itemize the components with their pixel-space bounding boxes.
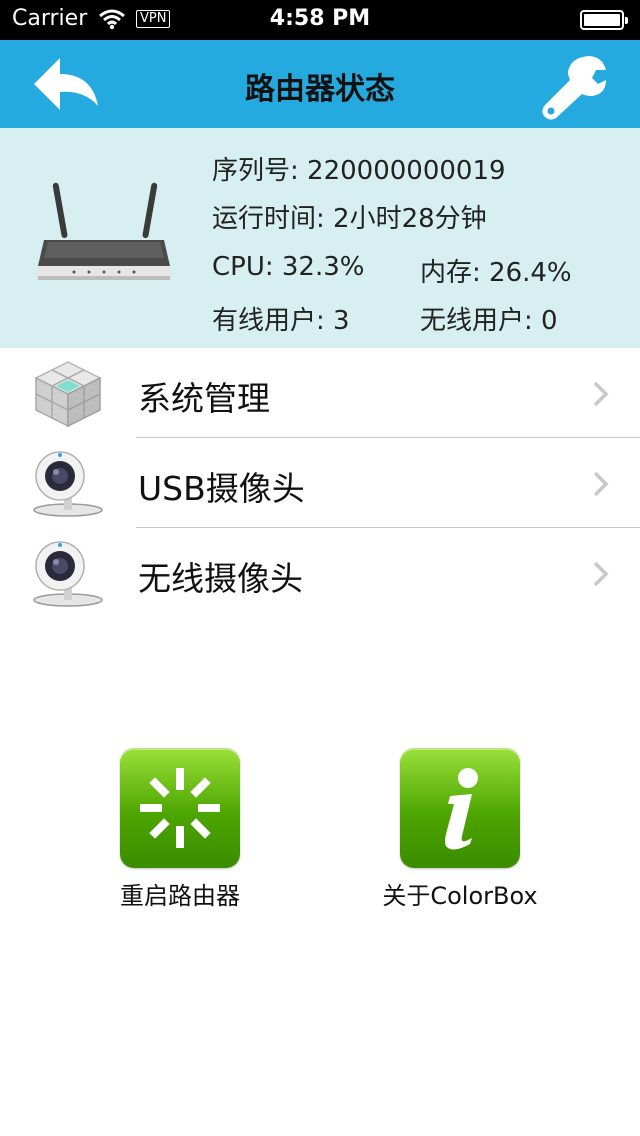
battery-icon <box>580 10 628 30</box>
list-item-label: USB摄像头 <box>138 469 305 508</box>
router-icon <box>34 178 174 290</box>
about-colorbox-button[interactable] <box>400 748 520 868</box>
info-icon <box>445 768 478 850</box>
chevron-right-icon <box>593 561 609 587</box>
webcam-icon <box>30 538 106 610</box>
cube-icon <box>30 358 106 430</box>
status-time: 4:58 PM <box>269 6 371 31</box>
nav-bar: 路由器状态 <box>0 40 640 128</box>
router-info-panel: 序列号: 220000000019 运行时间: 2小时28分钟 CPU: 32.… <box>0 128 640 348</box>
wrench-icon <box>542 56 606 120</box>
webcam-icon <box>30 448 106 520</box>
about-colorbox-action[interactable]: 关于ColorBox <box>360 748 560 911</box>
cpu-usage: CPU: 32.3% <box>212 252 365 282</box>
uptime: 运行时间: 2小时28分钟 <box>212 204 487 234</box>
about-colorbox-label: 关于ColorBox <box>382 882 538 910</box>
chevron-right-icon <box>593 471 609 497</box>
wireless-users: 无线用户: 0 <box>420 306 558 336</box>
restart-router-button[interactable] <box>120 748 240 868</box>
list-item-label: 无线摄像头 <box>138 559 303 598</box>
loading-spinner-icon <box>140 768 220 848</box>
list-item-usb-camera[interactable]: USB摄像头 <box>0 438 640 528</box>
restart-router-label: 重启路由器 <box>120 882 240 910</box>
memory-usage: 内存: 26.4% <box>420 258 572 288</box>
serial-number: 序列号: 220000000019 <box>212 156 506 186</box>
restart-router-action[interactable]: 重启路由器 <box>80 748 280 911</box>
status-bar: Carrier VPN 4:58 PM <box>0 0 640 40</box>
list-item-wireless-camera[interactable]: 无线摄像头 <box>0 528 640 618</box>
chevron-right-icon <box>593 381 609 407</box>
list-item-label: 系统管理 <box>138 379 270 418</box>
list-item-system-management[interactable]: 系统管理 <box>0 348 640 438</box>
settings-button[interactable] <box>538 50 610 122</box>
wired-users: 有线用户: 3 <box>212 306 350 336</box>
